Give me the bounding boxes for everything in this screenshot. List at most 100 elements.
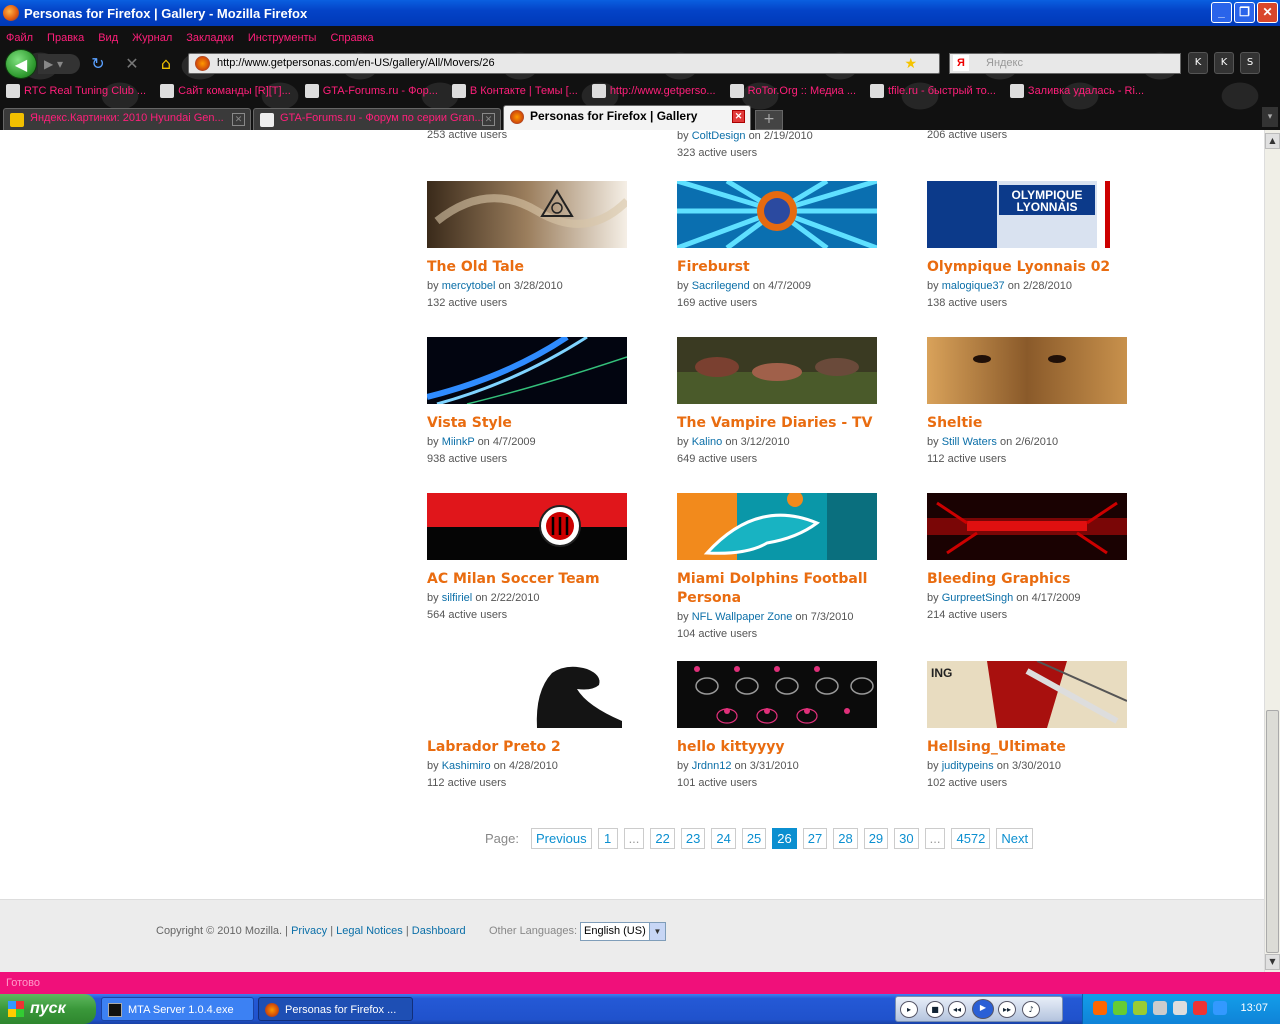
bookmark-item[interactable]: tfile.ru - быстрый то... bbox=[870, 84, 996, 98]
close-window-button[interactable]: ✕ bbox=[1257, 2, 1278, 23]
tray-icon[interactable] bbox=[1113, 1001, 1127, 1015]
tab-close-icon[interactable]: ✕ bbox=[482, 113, 495, 126]
persona-title[interactable]: Fireburst bbox=[677, 258, 897, 277]
volume-icon[interactable] bbox=[1213, 1001, 1227, 1015]
media-play-icon[interactable]: ▶ bbox=[972, 999, 994, 1019]
back-button[interactable]: ◀ bbox=[5, 49, 37, 79]
persona-thumbnail[interactable] bbox=[427, 181, 627, 248]
scroll-thumb[interactable] bbox=[1266, 710, 1279, 953]
legal-notices-link[interactable]: Legal Notices bbox=[336, 925, 403, 937]
menu-bookmarks[interactable]: Закладки bbox=[186, 32, 234, 44]
author-link[interactable]: Still Waters bbox=[942, 436, 997, 448]
author-link[interactable]: Kalino bbox=[692, 436, 723, 448]
menu-history[interactable]: Журнал bbox=[132, 32, 172, 44]
persona-thumbnail[interactable] bbox=[677, 493, 877, 560]
vertical-scrollbar[interactable]: ▲ ▼ bbox=[1264, 130, 1280, 972]
menu-tools[interactable]: Инструменты bbox=[248, 32, 317, 44]
tray-icon[interactable] bbox=[1093, 1001, 1107, 1015]
tab-close-icon[interactable]: ✕ bbox=[232, 113, 245, 126]
addon-icon[interactable]: K bbox=[1188, 52, 1208, 74]
persona-thumbnail[interactable] bbox=[427, 493, 627, 560]
media-previous-icon[interactable]: ◂◂ bbox=[948, 1001, 966, 1018]
dashboard-link[interactable]: Dashboard bbox=[412, 925, 466, 937]
taskbar-item-firefox[interactable]: Personas for Firefox ... bbox=[258, 997, 413, 1021]
author-link[interactable]: Sacrilegend bbox=[692, 280, 750, 292]
forward-button[interactable]: ▶ ▾ bbox=[38, 54, 80, 74]
menu-view[interactable]: Вид bbox=[98, 32, 118, 44]
start-button[interactable]: пуск bbox=[0, 994, 96, 1024]
maximize-button[interactable]: ❐ bbox=[1234, 2, 1255, 23]
author-link[interactable]: malogique37 bbox=[942, 280, 1005, 292]
privacy-link[interactable]: Privacy bbox=[291, 925, 327, 937]
author-link[interactable]: juditypeins bbox=[942, 760, 994, 772]
new-tab-button[interactable]: + bbox=[755, 110, 783, 130]
bookmark-item[interactable]: В Контакте | Темы [... bbox=[451, 84, 578, 98]
author-link[interactable]: Kashimiro bbox=[442, 760, 491, 772]
tray-icon[interactable] bbox=[1193, 1001, 1207, 1015]
author-link[interactable]: mercytobel bbox=[442, 280, 496, 292]
persona-thumbnail[interactable] bbox=[927, 337, 1127, 404]
addon-icon[interactable]: K bbox=[1214, 52, 1234, 74]
persona-title[interactable]: Olympique Lyonnais 02 bbox=[927, 258, 1147, 277]
persona-thumbnail[interactable] bbox=[677, 337, 877, 404]
search-input[interactable]: Я Яндекс bbox=[949, 53, 1181, 74]
persona-thumbnail[interactable]: OLYMPIQUELYONNAIS bbox=[927, 181, 1127, 248]
media-restore-icon[interactable]: ▸ bbox=[900, 1001, 918, 1018]
author-link[interactable]: ColtDesign bbox=[692, 130, 746, 142]
home-icon[interactable]: ⌂ bbox=[156, 54, 176, 74]
page-link[interactable]: 28 bbox=[833, 828, 858, 849]
address-bar[interactable]: http://www.getpersonas.com/en-US/gallery… bbox=[188, 53, 940, 74]
page-link[interactable]: 30 bbox=[894, 828, 919, 849]
page-link[interactable]: 4572 bbox=[951, 828, 991, 849]
taskbar-item-mta-server[interactable]: MTA Server 1.0.4.exe bbox=[101, 997, 254, 1021]
yandex-icon[interactable]: Я bbox=[953, 55, 969, 71]
media-next-icon[interactable]: ▸▸ bbox=[998, 1001, 1016, 1018]
persona-title[interactable]: Bleeding Graphics bbox=[927, 570, 1147, 589]
persona-title[interactable]: Hellsing_Ultimate bbox=[927, 738, 1147, 757]
skype-icon[interactable]: S bbox=[1240, 52, 1260, 74]
persona-title[interactable]: The Old Tale bbox=[427, 258, 647, 277]
page-link[interactable]: 1 bbox=[597, 828, 618, 849]
scroll-down-icon[interactable]: ▼ bbox=[1265, 954, 1280, 970]
tray-icon[interactable] bbox=[1153, 1001, 1167, 1015]
persona-thumbnail[interactable]: ING bbox=[927, 661, 1127, 728]
tab-personas[interactable]: Personas for Firefox | Gallery ✕ bbox=[503, 105, 751, 130]
persona-title[interactable]: Sheltie bbox=[927, 414, 1147, 433]
persona-title[interactable]: Miami Dolphins Football Persona bbox=[677, 570, 897, 608]
previous-page-button[interactable]: Previous bbox=[530, 828, 592, 849]
persona-thumbnail[interactable] bbox=[427, 337, 627, 404]
tab-close-icon[interactable]: ✕ bbox=[732, 110, 745, 123]
persona-title[interactable]: The Vampire Diaries - TV bbox=[677, 414, 897, 433]
next-page-button[interactable]: Next bbox=[996, 828, 1034, 849]
bookmark-item[interactable]: http://www.getperso... bbox=[591, 84, 716, 98]
language-select[interactable]: English (US) ▼ bbox=[580, 922, 666, 941]
tray-icon[interactable] bbox=[1133, 1001, 1147, 1015]
bookmark-item[interactable]: Заливка удалась - Ri... bbox=[1009, 84, 1144, 98]
page-link[interactable]: 29 bbox=[863, 828, 889, 849]
tab-yandex[interactable]: Яндекс.Картинки: 2010 Hyundai Gen... ✕ bbox=[3, 108, 251, 130]
stop-icon[interactable]: ✕ bbox=[122, 54, 142, 74]
author-link[interactable]: NFL Wallpaper Zone bbox=[692, 611, 793, 623]
media-stop-icon[interactable]: ■ bbox=[926, 1001, 944, 1018]
media-volume-icon[interactable]: ♪ bbox=[1022, 1001, 1040, 1018]
network-icon[interactable] bbox=[1173, 1001, 1187, 1015]
persona-title[interactable]: hello kittyyyy bbox=[677, 738, 897, 757]
page-link[interactable]: 22 bbox=[650, 828, 675, 849]
author-link[interactable]: GurpreetSingh bbox=[942, 592, 1014, 604]
persona-title[interactable]: AC Milan Soccer Team bbox=[427, 570, 647, 589]
persona-title[interactable]: Labrador Preto 2 bbox=[427, 738, 647, 757]
persona-thumbnail[interactable] bbox=[677, 181, 877, 248]
menu-edit[interactable]: Правка bbox=[47, 32, 84, 44]
tab-list-button[interactable]: ▾ bbox=[1262, 107, 1278, 127]
minimize-button[interactable]: _ bbox=[1211, 2, 1232, 23]
menu-file[interactable]: Файл bbox=[6, 32, 33, 44]
author-link[interactable]: Jrdnn12 bbox=[692, 760, 732, 772]
bookmark-item[interactable]: GTA-Forums.ru - Фор... bbox=[304, 84, 438, 98]
page-link[interactable]: 25 bbox=[741, 828, 767, 849]
bookmark-item[interactable]: RTC Real Tuning Club ... bbox=[6, 84, 146, 98]
persona-thumbnail[interactable] bbox=[927, 493, 1127, 560]
author-link[interactable]: silfiriel bbox=[442, 592, 473, 604]
bookmark-item[interactable]: RoTor.Org :: Медиа ... bbox=[729, 84, 856, 98]
tab-gta-forums[interactable]: GTA-Forums.ru - Форум по серии Gran... ✕ bbox=[253, 108, 501, 130]
persona-title[interactable]: Vista Style bbox=[427, 414, 647, 433]
